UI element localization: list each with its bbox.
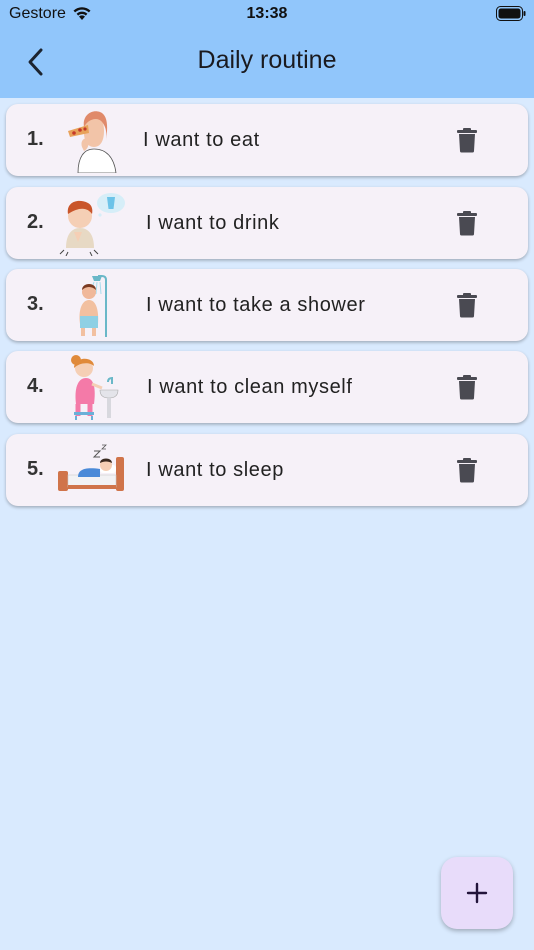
item-number: 2. bbox=[27, 211, 44, 233]
status-time: 13:38 bbox=[246, 5, 288, 22]
shower-illustration bbox=[79, 275, 107, 337]
item-label: I want to eat bbox=[143, 129, 260, 151]
trash-icon[interactable] bbox=[456, 457, 478, 483]
trash-icon[interactable] bbox=[456, 374, 478, 400]
routine-item[interactable]: 3. I want to take a shower bbox=[6, 269, 528, 341]
page-title: Daily routine bbox=[197, 46, 337, 74]
item-label: I want to clean myself bbox=[147, 376, 353, 398]
trash-icon[interactable] bbox=[456, 127, 478, 153]
routine-item[interactable]: 2. I want to drink bbox=[6, 187, 528, 259]
eating-girl-illustration bbox=[68, 111, 117, 173]
sleeping-boy-illustration bbox=[58, 444, 124, 491]
app-bar: Gestore 13:38 Daily routine bbox=[0, 0, 534, 98]
trash-icon[interactable] bbox=[456, 210, 478, 236]
item-number: 4. bbox=[27, 375, 44, 397]
washing-girl-illustration bbox=[71, 355, 119, 420]
routine-item[interactable]: 1. I want to eat bbox=[6, 104, 528, 176]
drinking-boy-illustration bbox=[59, 193, 125, 256]
item-label: I want to take a shower bbox=[146, 294, 366, 316]
add-routine-button[interactable] bbox=[441, 857, 513, 929]
status-bar: Gestore 13:38 bbox=[0, 0, 534, 28]
routine-item[interactable]: 5. I want to sleep bbox=[6, 434, 528, 506]
trash-icon[interactable] bbox=[456, 292, 478, 318]
routine-item[interactable]: 4. I want to clean myself bbox=[6, 351, 528, 423]
item-label: I want to sleep bbox=[146, 459, 284, 481]
battery-icon bbox=[496, 6, 526, 21]
item-number: 5. bbox=[27, 458, 44, 480]
item-number: 3. bbox=[27, 293, 44, 315]
plus-icon bbox=[466, 882, 488, 904]
item-label: I want to drink bbox=[146, 212, 280, 234]
item-number: 1. bbox=[27, 128, 44, 150]
